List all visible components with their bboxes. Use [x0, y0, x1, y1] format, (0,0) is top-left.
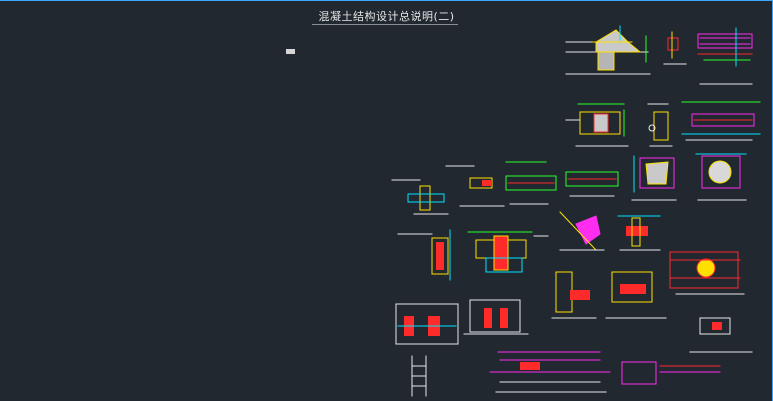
detail-beam-joint-d	[565, 171, 619, 197]
detail-corner-yellow	[551, 271, 597, 319]
detail-red-beam	[605, 271, 667, 319]
detail-round-column-red	[669, 251, 745, 295]
detail-section-hatch	[565, 103, 629, 147]
detail-frame-lower-mid	[463, 299, 529, 335]
detail-beam-joint-a	[391, 179, 449, 215]
detail-small-column	[663, 31, 687, 65]
detail-wall-bracket	[559, 211, 605, 251]
detail-beam-joint-b	[445, 165, 505, 207]
detail-slab-joint	[565, 25, 651, 75]
cad-detail-sheet[interactable]	[0, 0, 773, 401]
detail-t-junction	[617, 215, 661, 251]
detail-column-yellow	[397, 229, 451, 281]
detail-round-column	[695, 153, 747, 201]
detail-column-key	[647, 103, 673, 147]
detail-bottom-stair	[621, 361, 721, 385]
detail-beam-joint-c	[505, 161, 557, 205]
detail-bottom-right-joint	[689, 317, 753, 353]
detail-bottom-magenta-beam	[489, 351, 611, 393]
detail-central-joint	[467, 231, 549, 273]
detail-frame-lower-left	[395, 303, 459, 345]
detail-beam-magenta	[697, 27, 753, 85]
detail-long-beam	[681, 101, 761, 141]
detail-square-column	[631, 155, 677, 201]
detail-bottom-ladder	[411, 355, 427, 397]
